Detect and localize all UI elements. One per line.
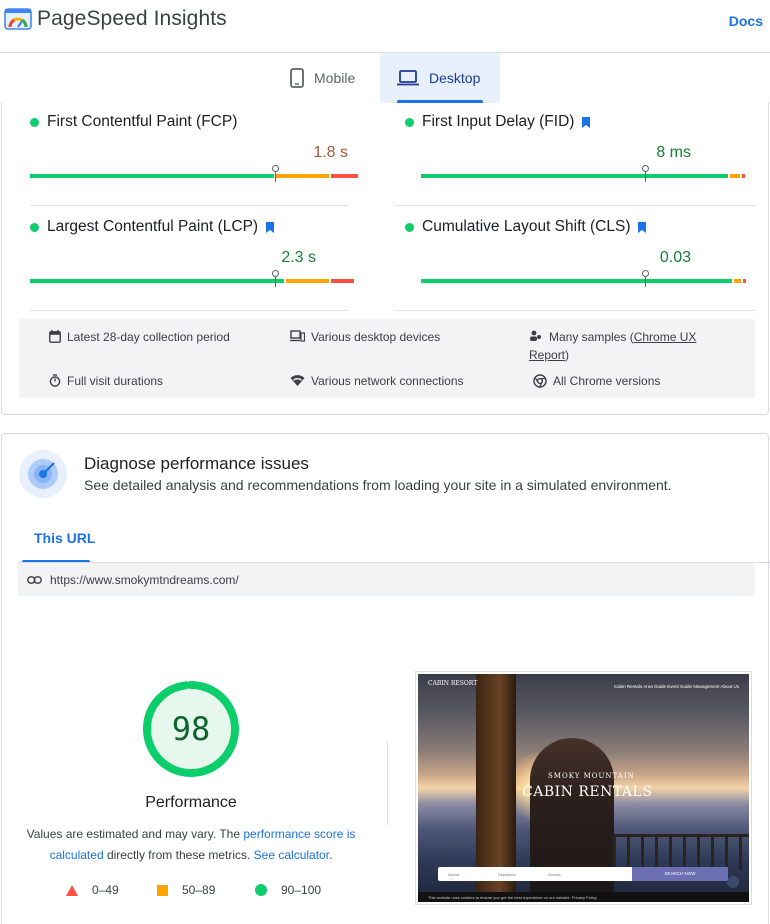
metric-name: Cumulative Layout Shift (CLS) <box>405 218 647 236</box>
info-samples: Many samples (Chrome UX Report) <box>529 330 697 362</box>
chat-bubble-icon <box>727 876 739 888</box>
bar-average <box>734 279 741 283</box>
metric-value: 1.8 s <box>313 144 348 161</box>
docs-link[interactable]: Docs <box>729 13 763 29</box>
site-booking-bar: Arrival Departure Guests SEARCH NOW <box>438 867 728 881</box>
smartphone-icon <box>290 68 304 88</box>
tested-url-bar: https://www.smokymtndreams.com/ <box>18 563 755 596</box>
bar-good <box>421 279 732 283</box>
site-nav: Cabin Rentals Area Guide Event Guide Man… <box>613 684 739 689</box>
metric-name: First Contentful Paint (FCP) <box>30 113 237 131</box>
status-good-icon <box>30 117 39 127</box>
wifi-icon <box>290 375 305 386</box>
diagnose-subtitle: See detailed analysis and recommendation… <box>84 477 672 493</box>
metric-value: 2.3 s <box>281 249 316 266</box>
square-icon <box>157 884 168 896</box>
status-good-icon <box>405 222 414 232</box>
bar-poor <box>331 279 354 283</box>
bar-poor <box>743 279 746 283</box>
core-web-vital-badge-icon <box>266 221 275 233</box>
tab-this-url[interactable]: This URL <box>34 530 95 546</box>
tab-desktop-label: Desktop <box>429 70 481 86</box>
triangle-icon <box>66 884 78 896</box>
group-samples-icon <box>530 330 541 341</box>
metric-fid[interactable]: First Input Delay (FID) 8 ms <box>395 102 755 206</box>
bar-good <box>30 174 274 178</box>
field-data-card: First Contentful Paint (FCP) 1.8 s First… <box>1 102 769 415</box>
legend-poor: 0–49 <box>66 883 119 897</box>
tab-desktop[interactable]: Desktop <box>380 53 500 103</box>
railing <box>613 834 749 870</box>
info-collection-period: Latest 28-day collection period <box>49 328 230 346</box>
metric-lcp[interactable]: Largest Contentful Paint (LCP) 2.3 s <box>14 207 354 311</box>
distribution-bar <box>30 279 356 283</box>
calendar-icon <box>49 330 61 343</box>
site-screenshot-image: CABIN RESORT Cabin Rentals Area Guide Ev… <box>418 674 749 902</box>
percentile-marker <box>641 270 649 287</box>
legend-average: 50–89 <box>157 883 215 897</box>
percentile-marker <box>272 165 280 182</box>
status-good-icon <box>405 117 414 127</box>
app-header: PageSpeed Insights Docs <box>0 0 770 42</box>
final-screenshot: CABIN RESORT Cabin Rentals Area Guide Ev… <box>415 671 752 905</box>
diagnose-title: Diagnose performance issues <box>84 454 309 473</box>
percentile-marker <box>272 270 280 287</box>
distribution-bar <box>421 174 747 178</box>
bar-average <box>286 279 329 283</box>
metric-value: 8 ms <box>656 144 691 161</box>
see-calculator-link[interactable]: See calculator <box>254 848 329 862</box>
performance-score: 98 <box>171 710 211 748</box>
distribution-bar <box>30 174 360 178</box>
bar-poor <box>331 174 358 178</box>
device-tabs: Mobile Desktop <box>0 52 770 103</box>
bar-good <box>421 174 728 178</box>
bar-good <box>30 279 284 283</box>
info-devices: Various desktop devices <box>290 328 440 346</box>
stopwatch-icon <box>49 374 61 387</box>
site-search-button: SEARCH NOW <box>632 867 728 881</box>
info-chrome-versions: All Chrome versions <box>533 372 660 390</box>
core-web-vital-badge-icon <box>582 116 591 128</box>
performance-note: Values are estimated and may vary. The p… <box>26 827 356 862</box>
status-good-icon <box>30 222 39 232</box>
circle-icon <box>255 884 267 896</box>
site-tagline-large: CABIN RENTALS <box>522 784 653 800</box>
link-icon <box>27 575 42 584</box>
diagnose-gauge-icon <box>19 450 67 498</box>
percentile-marker <box>641 165 649 182</box>
tested-url: https://www.smokymtndreams.com/ <box>50 572 239 587</box>
site-cookie-banner: This website uses cookies to ensure you … <box>418 892 749 902</box>
metric-name: Largest Contentful Paint (LCP) <box>30 218 275 236</box>
distribution-bar <box>421 279 748 283</box>
site-tagline-small: SMOKY MOUNTAIN <box>548 772 635 780</box>
pagespeed-logo-icon <box>4 8 32 30</box>
legend-good: 90–100 <box>255 883 321 897</box>
info-connections: Various network connections <box>290 372 464 390</box>
tab-mobile[interactable]: Mobile <box>282 53 378 103</box>
divider <box>387 741 388 825</box>
divider <box>30 205 348 206</box>
diagnose-card: Diagnose performance issues See detailed… <box>1 433 770 924</box>
bar-average <box>730 174 740 178</box>
field-data-info: Latest 28-day collection period Various … <box>19 319 755 398</box>
divider <box>395 310 755 311</box>
divider <box>395 205 755 206</box>
site-brand: CABIN RESORT <box>428 680 478 687</box>
app-title: PageSpeed Insights <box>37 7 227 30</box>
metric-cls[interactable]: Cumulative Layout Shift (CLS) 0.03 <box>395 207 755 311</box>
metric-fcp[interactable]: First Contentful Paint (FCP) 1.8 s <box>14 102 358 206</box>
bar-average <box>276 174 329 178</box>
laptop-icon <box>397 70 419 86</box>
chrome-icon <box>533 374 547 388</box>
core-web-vital-badge-icon <box>638 221 647 233</box>
metric-name: First Input Delay (FID) <box>405 113 591 131</box>
tab-mobile-label: Mobile <box>314 70 356 86</box>
devices-icon <box>290 330 305 342</box>
info-durations: Full visit durations <box>49 372 163 390</box>
metric-value: 0.03 <box>659 249 691 266</box>
bar-poor <box>742 174 745 178</box>
performance-label: Performance <box>145 794 237 811</box>
divider <box>30 310 348 311</box>
